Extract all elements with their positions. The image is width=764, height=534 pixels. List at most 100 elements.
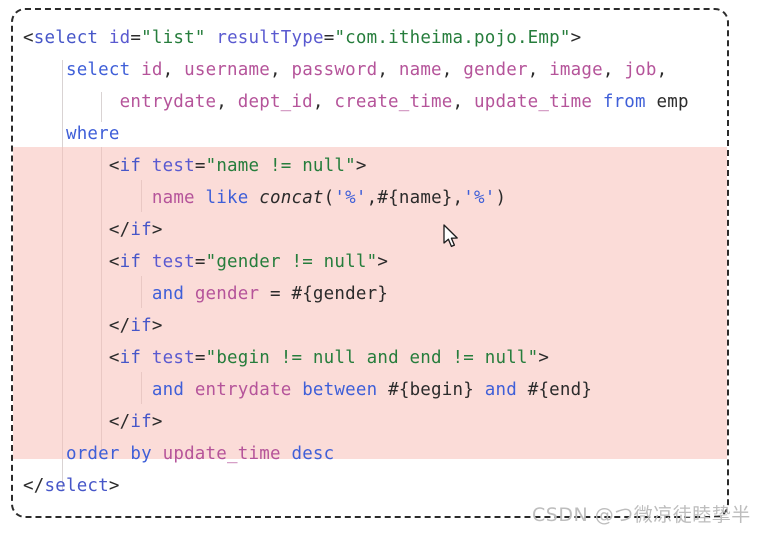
code-line: name like concat('%',#{name},'%') [13, 182, 727, 214]
code-token: entrydate [194, 380, 292, 400]
code-token: create_time [334, 92, 453, 112]
code-token: </ [108, 220, 131, 240]
code-token: select [44, 476, 109, 496]
code-token: username [184, 60, 270, 80]
code-token: dept_id [237, 92, 313, 112]
code-line: <if test="gender != null"> [13, 246, 727, 278]
code-token: where [65, 124, 120, 144]
code-token: #{end} [527, 380, 593, 400]
code-token: = [194, 156, 206, 176]
csdn-watermark: CSDN @つ微凉徒睦挚半 [532, 504, 751, 526]
code-token: order by [65, 444, 152, 464]
code-token: test [151, 156, 195, 176]
code-token: "gender != null" [205, 252, 378, 272]
code-line: and gender = #{gender} [13, 278, 727, 310]
code-token: > [151, 412, 163, 432]
code-line: <if test="begin != null and end != null"… [13, 342, 727, 374]
code-line: order by update_time desc [13, 438, 727, 470]
code-line: <select id="list" resultType="com.itheim… [13, 22, 727, 54]
code-token: #{name} [377, 188, 453, 208]
code-line: </if> [13, 406, 727, 438]
code-token: = [194, 348, 206, 368]
code-token: , [602, 60, 625, 80]
code-token: , [452, 188, 464, 208]
code-token: emp [656, 92, 689, 112]
code-line: </if> [13, 214, 727, 246]
code-line: and entrydate between #{begin} and #{end… [13, 374, 727, 406]
code-line: entrydate, dept_id, create_time, update_… [13, 86, 727, 118]
code-token: = [130, 28, 142, 48]
code-token: #{begin} [388, 380, 474, 400]
code-token: select [33, 28, 99, 48]
code-token: select [65, 60, 131, 80]
code-token: , [452, 92, 474, 112]
code-token: image [549, 60, 603, 80]
code-token: '%' [463, 188, 496, 208]
code-token: #{gender} [291, 284, 389, 304]
code-token: id [141, 60, 163, 80]
code-token: name [151, 188, 195, 208]
code-token: ) [495, 188, 507, 208]
code-token: </ [108, 316, 131, 336]
code-token: , [312, 92, 335, 112]
code-line: select id, username, password, name, gen… [13, 54, 727, 86]
code-token: < [23, 28, 34, 48]
code-token: gender [463, 60, 528, 80]
code-token: "list" [141, 28, 206, 48]
code-text-area[interactable]: <select id="list" resultType="com.itheim… [13, 10, 727, 516]
code-token: name [398, 60, 442, 80]
code-token: = [194, 252, 206, 272]
code-token: desc [291, 444, 335, 464]
code-token: < [108, 156, 120, 176]
code-token: between [302, 380, 378, 400]
code-token: id [108, 28, 131, 48]
code-token: , [366, 188, 378, 208]
code-token: = [323, 28, 335, 48]
code-token: update_time [162, 444, 281, 464]
code-token: and [151, 284, 185, 304]
code-line: </select> [13, 470, 727, 502]
code-token: if [119, 156, 142, 176]
code-token: < [108, 348, 120, 368]
code-token: , [527, 60, 550, 80]
code-token: </ [23, 476, 45, 496]
code-token: gender [194, 284, 260, 304]
code-token: if [130, 316, 152, 336]
code-token: "com.itheima.pojo.Emp" [334, 28, 571, 48]
code-token: job [624, 60, 657, 80]
code-token: resultType [216, 28, 324, 48]
code-token: if [119, 252, 142, 272]
code-token: and [484, 380, 517, 400]
code-token: "name != null" [205, 156, 356, 176]
code-token: like [205, 188, 249, 208]
code-token: ( [323, 188, 335, 208]
code-token: , [656, 60, 668, 80]
code-token: "begin != null and end != null" [205, 348, 539, 368]
code-token: concat [259, 188, 324, 208]
code-token: > [151, 316, 163, 336]
code-token: > [151, 220, 163, 240]
code-token: > [538, 348, 550, 368]
code-token: > [377, 252, 389, 272]
